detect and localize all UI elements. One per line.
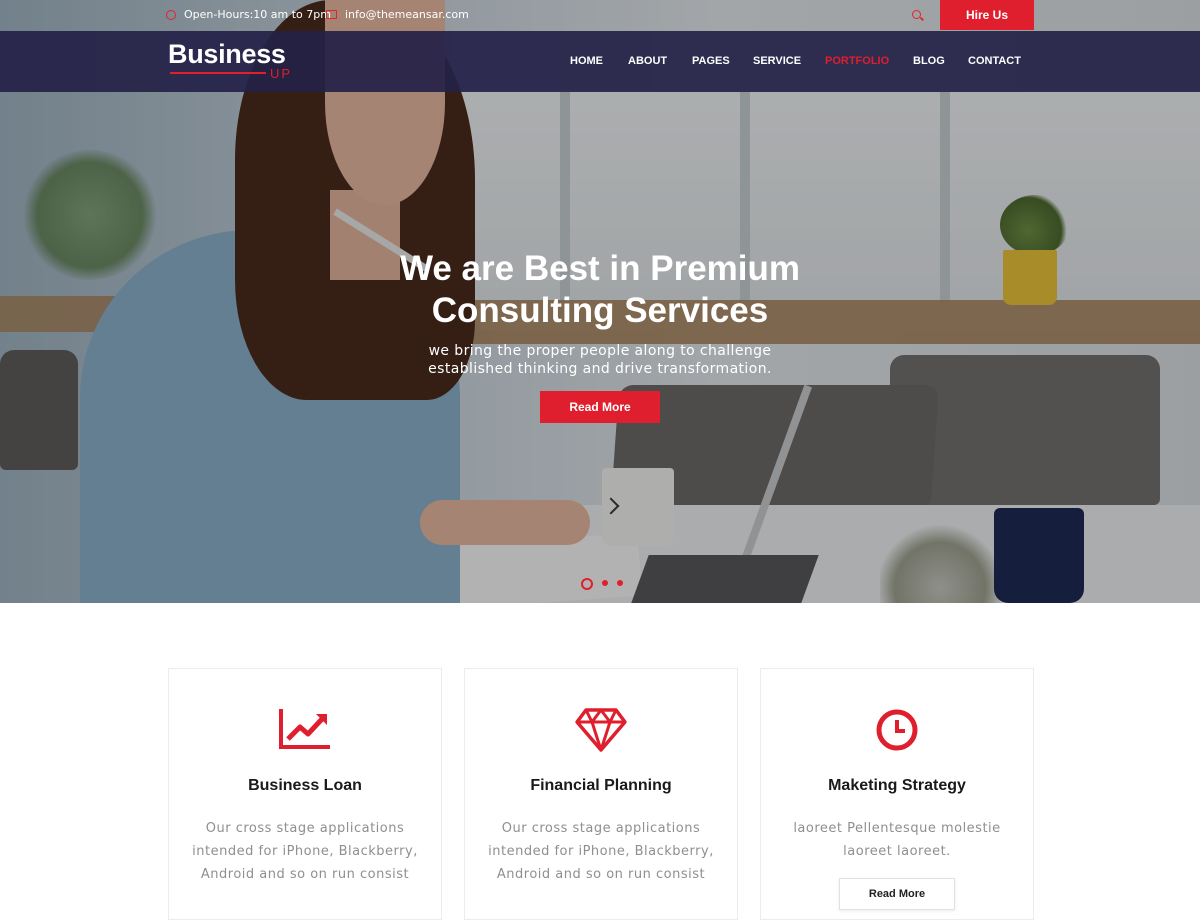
- service-card-financial-planning: Financial Planning Our cross stage appli…: [464, 668, 738, 920]
- clock-icon: [166, 9, 176, 20]
- hero-title-line: We are Best in Premium: [399, 249, 801, 288]
- slider-pagination: [581, 578, 632, 590]
- logo-name: Business: [168, 39, 286, 69]
- hero-caption: We are Best in Premium Consulting Servic…: [0, 248, 1200, 378]
- diamond-icon: [575, 708, 627, 752]
- slider-dot-2[interactable]: [602, 580, 608, 586]
- contact-email[interactable]: info@themeansar.com: [326, 8, 469, 21]
- nav-item-pages[interactable]: PAGES: [692, 55, 730, 67]
- hero-title: We are Best in Premium Consulting Servic…: [0, 248, 1200, 332]
- slider-dot-1[interactable]: [581, 578, 593, 590]
- service-icon-wrap: [761, 707, 1033, 755]
- clock-icon: [876, 709, 918, 751]
- service-title: Maketing Strategy: [828, 777, 966, 794]
- main-navbar: Business UP HOME ABOUT PAGES SERVICE POR…: [0, 31, 1200, 92]
- logo-suffix: UP: [270, 66, 293, 81]
- service-read-more-button[interactable]: Read More: [839, 878, 955, 910]
- hero-subtitle: we bring the proper people along to chal…: [0, 342, 1200, 378]
- hero-subtitle-line: we bring the proper people along to chal…: [428, 343, 772, 359]
- nav-item-home[interactable]: HOME: [570, 55, 603, 67]
- nav-item-about[interactable]: ABOUT: [628, 55, 667, 67]
- hire-us-button[interactable]: Hire Us: [940, 0, 1034, 30]
- service-card-business-loan: Business Loan Our cross stage applicatio…: [168, 668, 442, 920]
- hero-title-line: Consulting Services: [431, 291, 769, 330]
- open-hours: Open-Hours:10 am to 7pm: [166, 8, 331, 21]
- service-description: laoreet Pellentesque molestie laoreet la…: [793, 821, 1001, 859]
- trending-up-icon: [279, 709, 330, 749]
- logo-underline: [170, 72, 266, 74]
- site-logo[interactable]: Business UP: [168, 39, 298, 85]
- open-hours-text: Open-Hours:10 am to 7pm: [184, 8, 331, 21]
- nav-item-contact[interactable]: CONTACT: [968, 55, 1021, 67]
- nav-item-blog[interactable]: BLOG: [913, 55, 945, 67]
- service-title: Business Loan: [248, 777, 362, 794]
- service-icon-wrap: [465, 707, 737, 755]
- hero-subtitle-line: established thinking and drive transform…: [428, 361, 772, 377]
- service-card-marketing-strategy: Maketing Strategy laoreet Pellentesque m…: [760, 668, 1034, 920]
- service-description: Our cross stage applications intended fo…: [192, 821, 418, 882]
- slider-dot-3[interactable]: [617, 580, 623, 586]
- contact-email-text[interactable]: info@themeansar.com: [345, 8, 469, 21]
- envelope-icon: [326, 10, 337, 19]
- service-description: Our cross stage applications intended fo…: [488, 821, 714, 882]
- service-icon-wrap: [169, 707, 441, 755]
- nav-item-portfolio[interactable]: PORTFOLIO: [825, 55, 889, 67]
- hero-read-more-button[interactable]: Read More: [540, 391, 660, 423]
- top-bar: Open-Hours:10 am to 7pm info@themeansar.…: [0, 0, 1200, 31]
- service-title: Financial Planning: [530, 777, 672, 794]
- search-icon[interactable]: [912, 10, 921, 19]
- nav-item-service[interactable]: SERVICE: [753, 55, 801, 67]
